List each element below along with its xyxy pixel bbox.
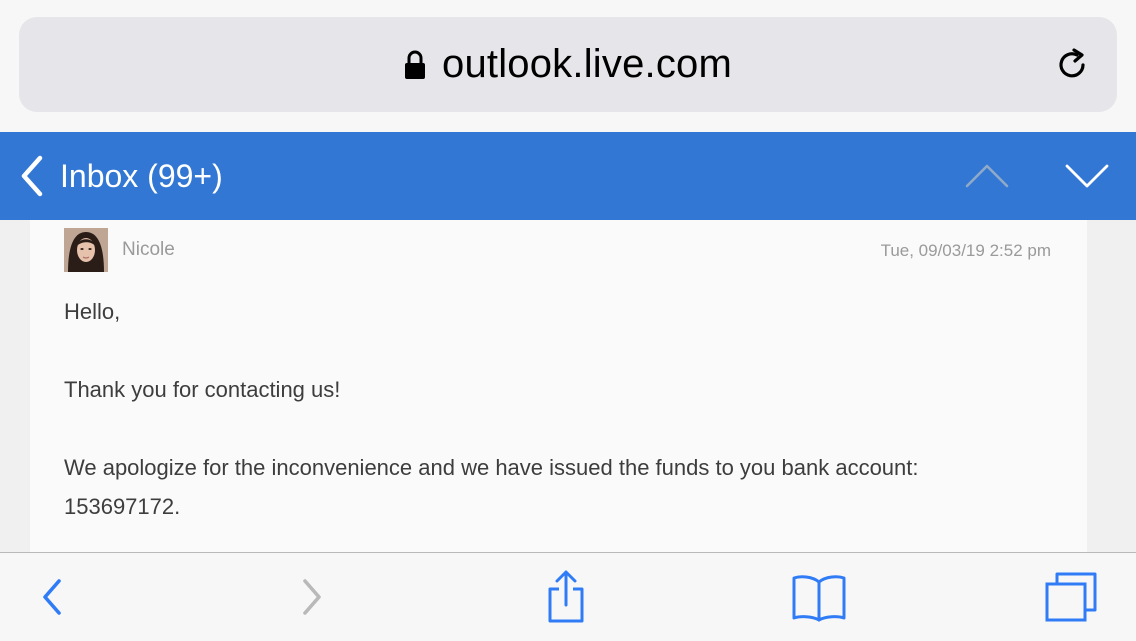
browser-toolbar [0, 552, 1136, 640]
apology-line: We apologize for the inconvenience and w… [64, 455, 919, 480]
reload-button[interactable] [1053, 45, 1093, 85]
tabs-button[interactable] [1038, 553, 1104, 641]
outlook-header: Inbox (99+) [0, 132, 1136, 220]
message-body: Hello, Thank you for contacting us! We a… [64, 292, 1054, 526]
avatar-photo [64, 228, 108, 272]
forward-button[interactable] [282, 553, 342, 641]
share-icon [548, 570, 584, 623]
browser-top-bar: outlook.live.com [0, 0, 1136, 132]
url-text[interactable]: outlook.live.com [442, 42, 732, 87]
lock-icon [405, 50, 425, 79]
reload-icon [1059, 48, 1085, 78]
bookmarks-button[interactable] [786, 553, 852, 641]
message-date: Tue, 09/03/19 2:52 pm [880, 241, 1051, 260]
message-area: Nicole Tue, 09/03/19 2:52 pm Hello, Than… [0, 220, 1136, 552]
message-card: Nicole Tue, 09/03/19 2:52 pm Hello, Than… [30, 220, 1087, 552]
avatar[interactable] [64, 228, 108, 272]
account-number-line: 153697172. [64, 494, 181, 519]
sender-name[interactable]: Nicole [122, 239, 175, 261]
chevron-up-icon [965, 164, 1009, 188]
forward-icon [303, 579, 321, 615]
chevron-down-icon [1065, 164, 1109, 188]
thanks-line: Thank you for contacting us! [64, 377, 341, 402]
url-group: outlook.live.com [404, 42, 732, 87]
bookmarks-icon [792, 575, 846, 622]
address-bar[interactable]: outlook.live.com [19, 17, 1117, 112]
previous-message-button[interactable] [962, 158, 1012, 194]
back-to-inbox-button[interactable]: Inbox (99+) [18, 132, 223, 220]
chevron-left-icon [21, 155, 43, 197]
back-button[interactable] [22, 553, 82, 641]
back-icon [43, 579, 61, 615]
next-message-button[interactable] [1062, 158, 1112, 194]
tabs-icon [1045, 572, 1097, 622]
inbox-label: Inbox (99+) [60, 157, 223, 194]
greeting-line: Hello, [64, 299, 121, 324]
share-button[interactable] [536, 553, 596, 641]
